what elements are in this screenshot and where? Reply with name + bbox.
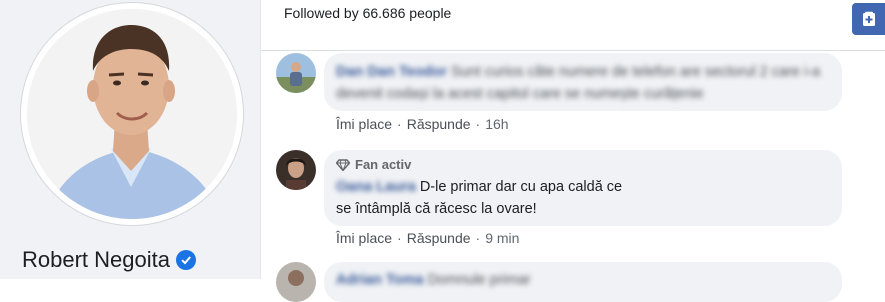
comment-bubble: Adrian Toma Domnule primar — [324, 262, 842, 302]
profile-picture[interactable] — [27, 9, 237, 219]
comment-actions: Îmi place · Răspunde · 16h — [336, 116, 509, 132]
separator-dot: · — [475, 230, 481, 246]
separator-dot: · — [475, 116, 481, 132]
comment-author[interactable]: Dan Dan Teodor — [336, 64, 447, 80]
followers-count: Followed by 66.686 people — [284, 5, 452, 21]
comment-text: Adrian Toma Domnule primar — [336, 269, 832, 291]
comment-timestamp[interactable]: 16h — [485, 116, 508, 132]
like-link[interactable]: Îmi place — [336, 116, 392, 132]
comment-body: Domnule primar — [427, 272, 531, 288]
add-to-page-button[interactable] — [852, 3, 885, 35]
profile-picture-frame — [21, 3, 243, 225]
comment-text: Oana Laura D-le primar dar cu apa caldă … — [336, 176, 636, 220]
separator-dot: · — [397, 116, 402, 132]
comment-text: Dan Dan Teodor Sunt curios câte numere d… — [336, 61, 832, 105]
add-to-page-icon — [862, 11, 875, 26]
header-divider — [261, 50, 885, 51]
reply-link[interactable]: Răspunde — [407, 116, 471, 132]
commenter-avatar[interactable] — [276, 262, 316, 302]
fan-badge-label: Fan activ — [355, 157, 412, 172]
comment-bubble: Fan activ Oana Laura D-le primar dar cu … — [324, 150, 842, 226]
verified-check-icon — [175, 250, 196, 270]
comment-bubble: Dan Dan Teodor Sunt curios câte numere d… — [324, 53, 842, 111]
reply-link[interactable]: Răspunde — [407, 230, 471, 246]
like-link[interactable]: Îmi place — [336, 230, 392, 246]
fan-badge: Fan activ — [336, 154, 411, 176]
commenter-avatar[interactable] — [276, 150, 316, 190]
comment-actions: Îmi place · Răspunde · 9 min — [336, 230, 519, 246]
comment-author[interactable]: Adrian Toma — [336, 272, 424, 288]
diamond-icon — [336, 159, 350, 171]
page-name[interactable]: Robert Negoita — [22, 247, 196, 273]
commenter-avatar[interactable] — [276, 53, 316, 93]
comment-author[interactable]: Oana Laura — [336, 179, 416, 195]
separator-dot: · — [397, 230, 402, 246]
page-name-text[interactable]: Robert Negoita — [22, 247, 170, 273]
profile-sidebar: Robert Negoita — [0, 0, 261, 279]
comment-timestamp[interactable]: 9 min — [485, 230, 519, 246]
